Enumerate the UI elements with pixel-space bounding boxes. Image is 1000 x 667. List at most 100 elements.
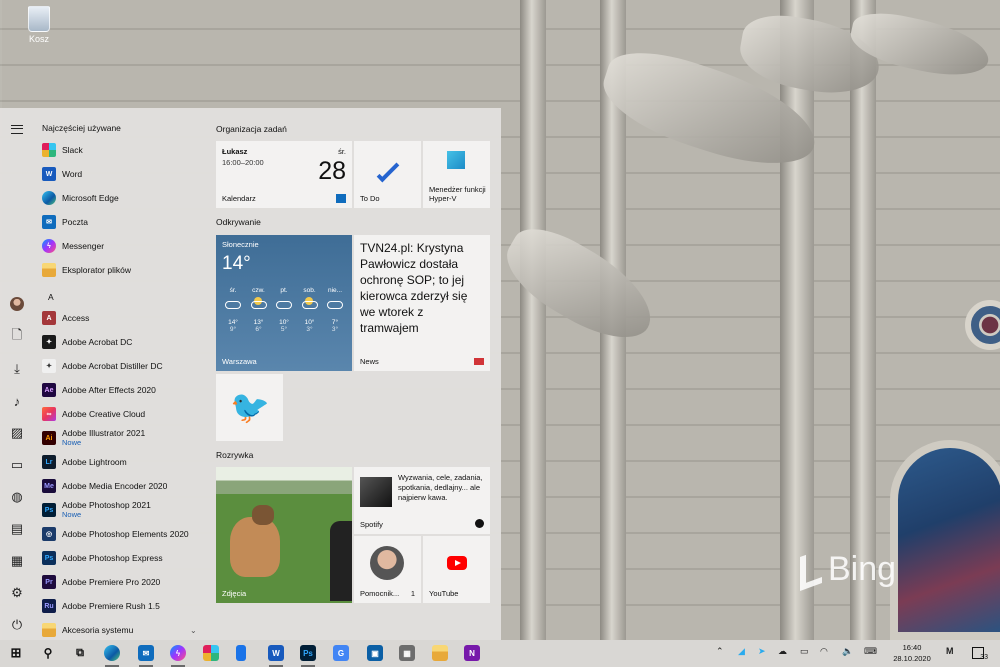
- check-icon: [376, 163, 398, 177]
- tile-calendar[interactable]: Łukasz 16:00–20:00 śr. 28 Kalendarz: [216, 141, 352, 208]
- music-icon: ♪: [13, 393, 21, 409]
- acrobat-icon: ✦: [42, 335, 56, 349]
- app-item-acrobat[interactable]: ✦ Adobe Acrobat DC: [42, 331, 202, 353]
- tile-hyperv[interactable]: Menedżer funkcji Hyper-V: [423, 141, 490, 208]
- app-name: Adobe Media Encoder 2020: [62, 481, 168, 491]
- app-item-photoshop[interactable]: Ps Adobe Photoshop 2021 Nowe: [42, 499, 202, 521]
- forecast-high: 14°: [228, 319, 238, 326]
- account-button[interactable]: [6, 293, 28, 315]
- app-item-media-encoder[interactable]: Me Adobe Media Encoder 2020: [42, 475, 202, 497]
- music-button[interactable]: ♪: [6, 390, 28, 412]
- weather-forecast: śr. 14° 9° czw. 13° 6° pt. 10° 5° sob. 1…: [221, 287, 347, 333]
- power-button[interactable]: ⏻: [6, 614, 28, 636]
- news-icon: [474, 358, 484, 365]
- tile-twitter[interactable]: 🐦: [216, 374, 283, 441]
- tray-keyboard[interactable]: ⌨: [864, 646, 877, 657]
- spotify-playlist-text: Wyzwania, cele, zadania, spotkania, dedl…: [398, 473, 483, 502]
- tile-spotify[interactable]: Wyzwania, cele, zadania, spotkania, dedl…: [354, 467, 490, 534]
- tray-volume[interactable]: 🔈: [842, 646, 853, 657]
- lightroom-icon: Lr: [42, 455, 56, 469]
- taskbar-calculator[interactable]: ▦: [399, 645, 415, 661]
- app-item-photoshop-express[interactable]: Ps Adobe Photoshop Express: [42, 547, 202, 569]
- tray-telegram[interactable]: ◢: [738, 646, 745, 657]
- tray-meet-now[interactable]: M: [946, 646, 954, 656]
- taskbar-messenger[interactable]: ϟ: [170, 645, 186, 661]
- app-item-illustrator[interactable]: Ai Adobe Illustrator 2021 Nowe: [42, 427, 202, 449]
- calculator-icon: ▦: [403, 648, 411, 658]
- tile-photos[interactable]: Zdjęcia: [216, 467, 352, 603]
- app-item-slack[interactable]: Slack: [42, 139, 202, 161]
- app-item-messenger[interactable]: ϟ Messenger: [42, 235, 202, 257]
- taskbar-photoshop[interactable]: Ps: [300, 645, 316, 661]
- avatar: [10, 297, 24, 311]
- taskbar-mail[interactable]: ✉: [138, 645, 154, 661]
- tile-youtube[interactable]: YouTube: [423, 536, 490, 603]
- app-item-after-effects[interactable]: Ae Adobe After Effects 2020: [42, 379, 202, 401]
- app-item-premiere-rush[interactable]: Ru Adobe Premiere Rush 1.5: [42, 595, 202, 617]
- personal-folder-button[interactable]: ▤: [6, 518, 28, 540]
- app-item-lightroom[interactable]: Lr Adobe Lightroom: [42, 451, 202, 473]
- tile-label: Zdjęcia: [222, 589, 247, 598]
- calendar-date: 28: [318, 157, 346, 185]
- taskbar-edge[interactable]: [104, 645, 120, 661]
- taskbar-slack[interactable]: [203, 645, 219, 661]
- taskbar-onenote[interactable]: N: [464, 645, 480, 661]
- network-button[interactable]: ◍: [6, 486, 28, 508]
- settings-button[interactable]: ⚙: [6, 582, 28, 604]
- app-name: Adobe Premiere Rush 1.5: [62, 601, 160, 611]
- tile-label: YouTube: [429, 589, 459, 598]
- action-center-button[interactable]: 33: [970, 645, 988, 661]
- folder-icon: [42, 623, 56, 637]
- forecast-day: nie... 7° 3°: [323, 287, 347, 333]
- videos-button[interactable]: ▭: [6, 454, 28, 476]
- messenger-icon: ϟ: [175, 648, 181, 658]
- tray-telegram-2[interactable]: ➤: [758, 646, 766, 657]
- tray-cloud[interactable]: ☁: [778, 646, 787, 657]
- taskbar-word[interactable]: W: [268, 645, 284, 661]
- tile-people[interactable]: Pomocnik... 1: [354, 536, 421, 603]
- app-item-system-accessories[interactable]: Akcesoria systemu: [42, 619, 202, 641]
- downloads-button[interactable]: ⤓: [6, 358, 28, 380]
- taskbar-clock[interactable]: 16:40 28.10.2020: [884, 642, 940, 664]
- documents-button[interactable]: 🗋: [6, 326, 28, 348]
- app-item-creative-cloud[interactable]: ∞ Adobe Creative Cloud: [42, 403, 202, 425]
- pictures-button[interactable]: ▨: [6, 422, 28, 444]
- letter-header-a[interactable]: A: [48, 292, 54, 302]
- tray-battery[interactable]: ▭: [800, 646, 809, 657]
- search-button[interactable]: ⚲: [40, 645, 56, 661]
- tile-news[interactable]: TVN24.pl: Krystyna Pawłowicz dostała och…: [354, 235, 490, 371]
- tray-overflow-button[interactable]: ⌃: [716, 646, 724, 657]
- app-item-mail[interactable]: ✉ Poczta: [42, 211, 202, 233]
- desktop-icon-recycle-bin[interactable]: Kosz: [22, 6, 56, 44]
- chevron-down-icon[interactable]: ⌄: [190, 626, 197, 635]
- edge-icon: [42, 191, 56, 205]
- app-name: Microsoft Edge: [62, 193, 119, 203]
- taskbar-store[interactable]: ▣: [367, 645, 383, 661]
- calendar-icon: [336, 194, 346, 203]
- wallpaper-column: [520, 0, 546, 640]
- hyperv-icon: [447, 151, 465, 169]
- start-button[interactable]: ⊞: [8, 645, 24, 661]
- app-item-photoshop-elements[interactable]: ◎ Adobe Photoshop Elements 2020: [42, 523, 202, 545]
- task-view-button[interactable]: ⧉: [72, 645, 88, 661]
- app-item-edge[interactable]: Microsoft Edge: [42, 187, 202, 209]
- app-item-file-explorer[interactable]: Eksplorator plików: [42, 259, 202, 281]
- group-title-entertainment[interactable]: Rozrywka: [216, 450, 253, 460]
- forecast-day-name: nie...: [327, 287, 343, 294]
- file-explorer-button[interactable]: ▦: [6, 550, 28, 572]
- expand-menu-button[interactable]: [6, 118, 28, 140]
- illustrator-icon: Ai: [42, 431, 56, 445]
- taskbar-translate[interactable]: G: [333, 645, 349, 661]
- taskbar-phone[interactable]: [236, 645, 246, 661]
- group-title-productivity[interactable]: Organizacja zadań: [216, 124, 287, 134]
- taskbar-file-explorer[interactable]: [432, 645, 448, 661]
- tile-todo[interactable]: To Do: [354, 141, 421, 208]
- tile-weather[interactable]: Słonecznie 14° śr. 14° 9° czw. 13° 6° pt…: [216, 235, 352, 371]
- tray-wifi[interactable]: ◠: [820, 646, 828, 657]
- app-item-acrobat-distiller[interactable]: ✦ Adobe Acrobat Distiller DC: [42, 355, 202, 377]
- app-item-access[interactable]: A Access: [42, 307, 202, 329]
- app-name: Adobe Photoshop Express: [62, 553, 163, 563]
- app-item-premiere-pro[interactable]: Pr Adobe Premiere Pro 2020: [42, 571, 202, 593]
- app-item-word[interactable]: W Word: [42, 163, 202, 185]
- group-title-discover[interactable]: Odkrywanie: [216, 217, 261, 227]
